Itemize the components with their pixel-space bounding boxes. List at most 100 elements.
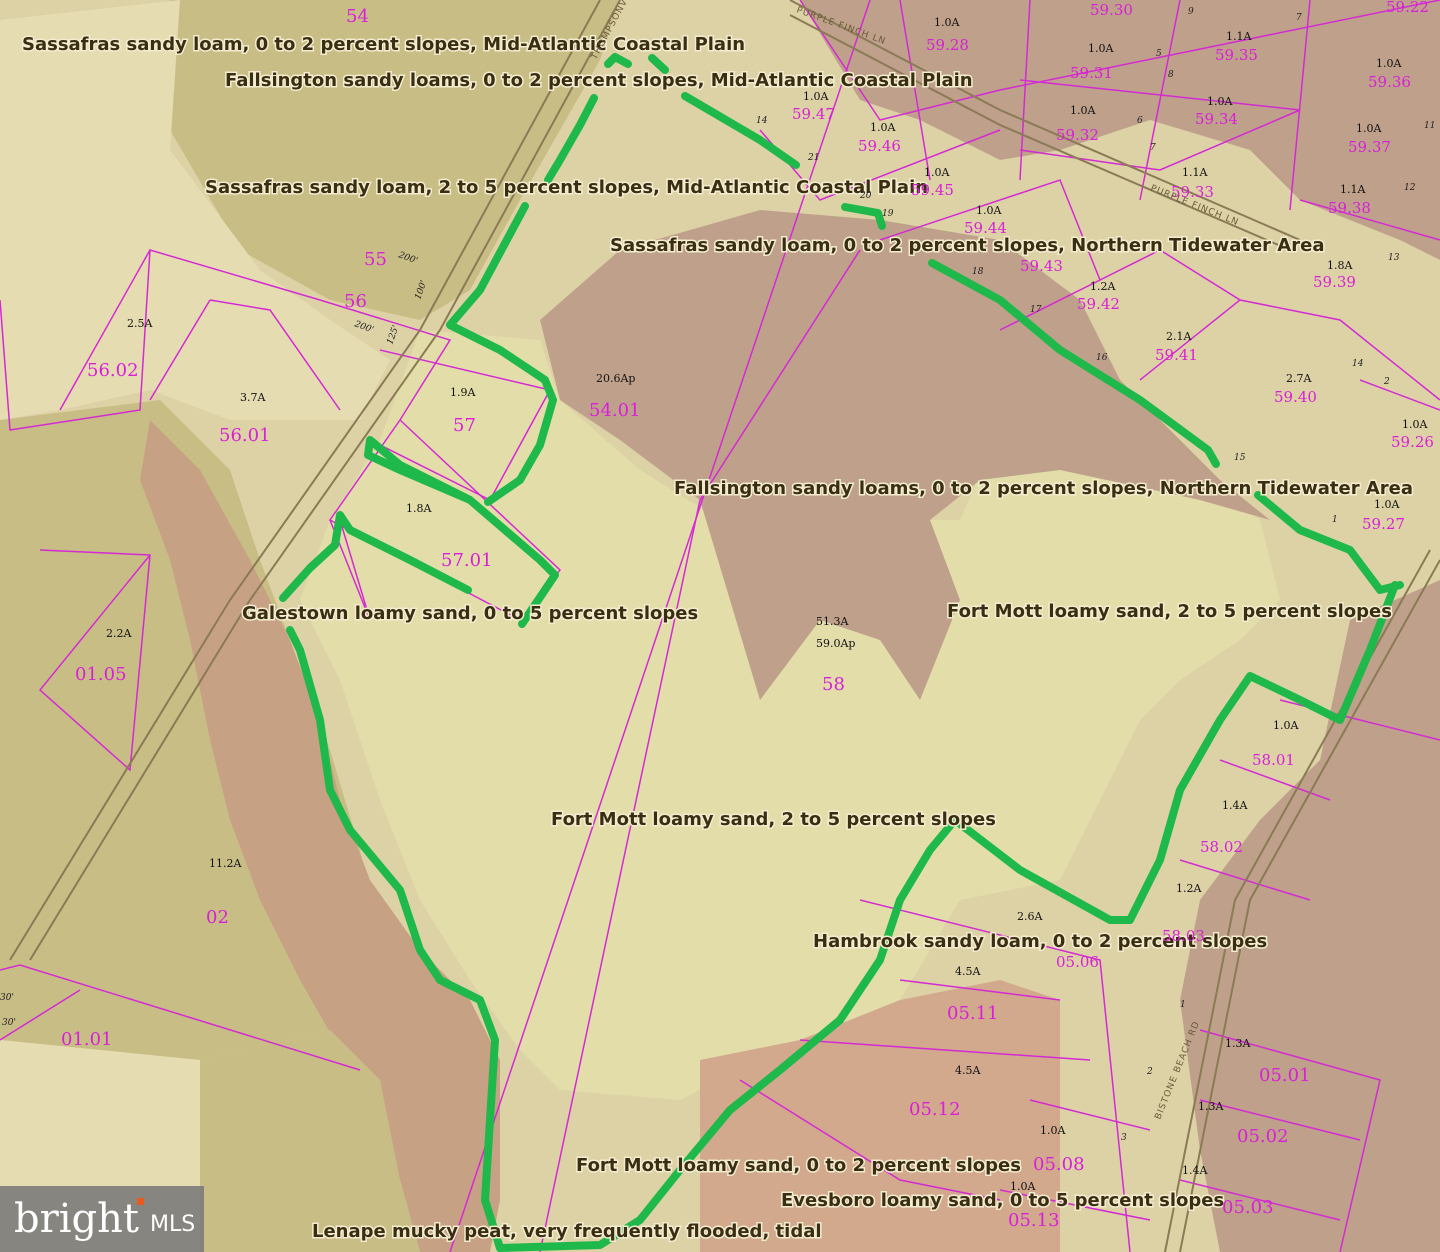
parcel-acreage: 1.4A	[1182, 1164, 1208, 1177]
parcel-id: 59.22	[1386, 0, 1429, 16]
parcel-id: 58.02	[1200, 838, 1243, 856]
parcel-acreage: 2.2A	[106, 627, 132, 640]
parcel-id: 59.37	[1348, 138, 1391, 156]
bright-logo-text: bright	[14, 1196, 139, 1242]
parcel-acreage: 1.0A	[924, 166, 950, 179]
parcel-acreage: 1.0A	[934, 16, 960, 29]
dimension-label: 200'	[352, 319, 375, 335]
parcel-id: 59.47	[792, 105, 835, 123]
parcel-id: 56	[344, 291, 367, 312]
parcel-id: 55	[364, 249, 387, 270]
lot-number: 18	[972, 267, 984, 277]
soil-label: Galestown loamy sand, 0 to 5 percent slo…	[242, 603, 698, 624]
parcel-id: 59.34	[1195, 110, 1238, 128]
parcel-acreage-secondary: 59.0Ap	[816, 637, 855, 650]
soil-label: Fallsington sandy loams, 0 to 2 percent …	[225, 70, 973, 91]
parcel-id: 05.01	[1259, 1065, 1311, 1086]
parcel-id: 59.30	[1090, 1, 1133, 19]
soil-label: Sassafras sandy loam, 0 to 2 percent slo…	[610, 235, 1324, 256]
parcel-acreage: 1.3A	[1198, 1100, 1224, 1113]
parcel-id: 54	[346, 6, 369, 27]
dimension-label: 100'	[413, 279, 429, 301]
parcel-id: 59.44	[964, 219, 1007, 237]
soil-label: Lenape mucky peat, very frequently flood…	[312, 1221, 822, 1242]
parcel-acreage: 1.0A	[1207, 95, 1233, 108]
mls-logo-text: MLS	[149, 1211, 196, 1237]
lot-number: 8	[1168, 70, 1174, 80]
lot-number: 15	[1234, 453, 1246, 463]
parcel-id: 56.02	[87, 360, 139, 381]
lot-number: 7	[1296, 13, 1302, 23]
parcel-id: 59.36	[1368, 73, 1411, 91]
parcel-id: 59.27	[1362, 515, 1405, 533]
parcel-id: 59.26	[1391, 433, 1434, 451]
parcel-acreage: 20.6Ap	[596, 372, 635, 385]
parcel-id: 59.39	[1313, 273, 1356, 291]
lot-number: 1	[1180, 1000, 1186, 1010]
bright-mls-watermark: bright MLS	[0, 1186, 204, 1252]
parcel-acreage: 1.3A	[1225, 1037, 1251, 1050]
parcel-acreage: 1.0A	[870, 121, 896, 134]
parcel-id: 56.01	[219, 425, 271, 446]
soil-label: Fort Mott loamy sand, 2 to 5 percent slo…	[551, 809, 996, 830]
road-label: BISTONE BEACH RD	[1154, 1020, 1203, 1121]
dimension-label: 200'	[396, 250, 419, 266]
parcel-acreage: 1.0A	[1040, 1124, 1066, 1137]
lot-number: 6	[1137, 116, 1143, 126]
parcel-id: 59.45	[911, 181, 954, 199]
parcel-id: 58	[822, 674, 845, 695]
parcel-acreage: 1.8A	[406, 502, 432, 515]
lot-number: 11	[1424, 121, 1435, 131]
parcel-id: 05.03	[1222, 1197, 1274, 1218]
parcel-id: 59.43	[1020, 257, 1063, 275]
lot-number: 7	[1150, 143, 1156, 153]
dimension-label: 30'	[0, 993, 14, 1003]
lot-number: 16	[1096, 353, 1108, 363]
lot-number: 17	[1030, 305, 1042, 315]
parcel-acreage: 1.0A	[1374, 498, 1400, 511]
label-layer: Sassafras sandy loam, 0 to 2 percent slo…	[0, 0, 1435, 1244]
soil-label: Fort Mott loamy sand, 2 to 5 percent slo…	[947, 601, 1392, 622]
lot-number: 9	[1188, 7, 1194, 17]
parcel-acreage: 1.0A	[1070, 104, 1096, 117]
soil-label: Sassafras sandy loam, 2 to 5 percent slo…	[205, 177, 928, 198]
lot-number: 12	[1404, 183, 1416, 193]
parcel-id: 59.32	[1056, 126, 1099, 144]
parcel-acreage: 1.0A	[1402, 418, 1428, 431]
parcel-acreage: 1.2A	[1090, 280, 1116, 293]
parcel-id: 01.05	[75, 664, 127, 685]
parcel-id: 59.31	[1070, 64, 1113, 82]
parcel-id: 05.02	[1237, 1126, 1289, 1147]
parcel-id: 54.01	[589, 400, 641, 421]
parcel-acreage: 1.0A	[1356, 122, 1382, 135]
parcel-acreage: 3.7A	[240, 391, 266, 404]
parcel-id: 58.03	[1162, 927, 1205, 945]
parcel-acreage: 1.0A	[976, 204, 1002, 217]
parcel-acreage: 1.9A	[450, 386, 476, 399]
lot-number: 2	[1146, 1067, 1153, 1077]
parcel-acreage: 1.0A	[1376, 57, 1402, 70]
soil-label: Evesboro loamy sand, 0 to 5 percent slop…	[781, 1190, 1224, 1211]
lot-number: 13	[1388, 253, 1400, 263]
parcel-acreage: 1.2A	[1176, 882, 1202, 895]
lot-number: 3	[1121, 1133, 1127, 1143]
lot-number: 19	[882, 209, 894, 219]
parcel-acreage: 51.3A	[816, 615, 849, 628]
parcel-id: 05.08	[1033, 1154, 1085, 1175]
parcel-acreage: 11.2A	[209, 857, 242, 870]
parcel-id: 59.46	[858, 137, 901, 155]
parcel-acreage: 1.4A	[1222, 799, 1248, 812]
lot-number: 5	[1156, 49, 1162, 59]
lot-number: 14	[1352, 359, 1364, 369]
parcel-acreage: 1.0A	[1010, 1180, 1036, 1193]
parcel-soil-map: Sassafras sandy loam, 0 to 2 percent slo…	[0, 0, 1440, 1252]
parcel-id: 05.11	[947, 1003, 999, 1024]
parcel-id: 59.42	[1077, 295, 1120, 313]
parcel-acreage: 1.1A	[1340, 183, 1366, 196]
parcel-id: 01.01	[61, 1029, 113, 1050]
lot-number: 21	[807, 153, 819, 163]
parcel-acreage: 4.5A	[955, 965, 981, 978]
soil-label: Fallsington sandy loams, 0 to 2 percent …	[674, 478, 1413, 499]
parcel-acreage: 1.0A	[1088, 42, 1114, 55]
parcel-id: 59.28	[926, 36, 969, 54]
